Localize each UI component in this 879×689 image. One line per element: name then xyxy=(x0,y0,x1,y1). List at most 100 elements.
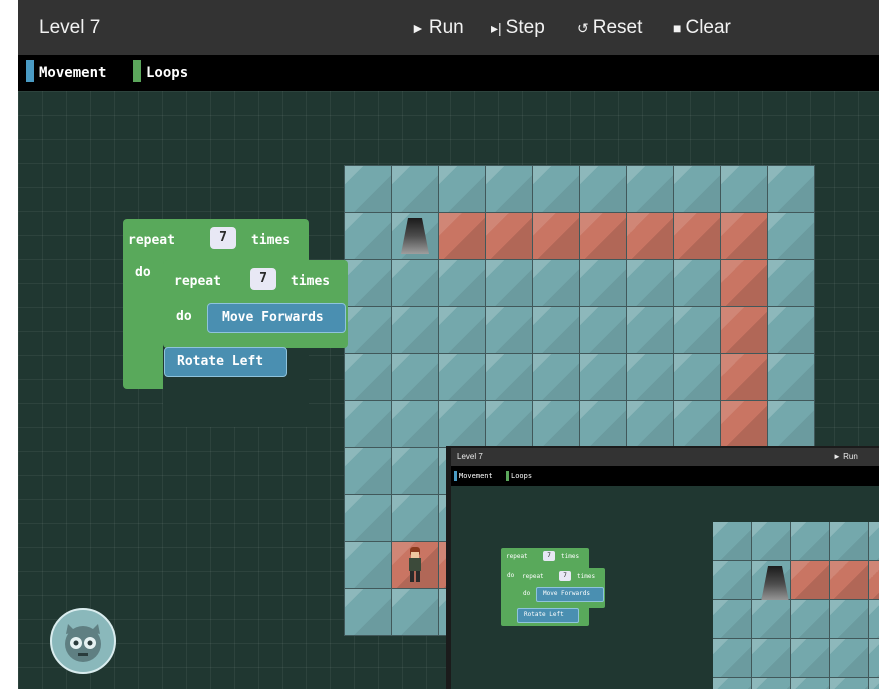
thumbnail-maze xyxy=(713,522,879,689)
maze-tile xyxy=(392,307,438,353)
maze-tile xyxy=(345,354,391,400)
maze-tile xyxy=(533,307,579,353)
thumbnail-category-movement: Movement xyxy=(454,471,493,481)
maze-tile xyxy=(674,401,720,447)
thumbnail-maze-tile xyxy=(752,678,790,689)
thumbnail-inner-do-keyword: do xyxy=(523,590,531,597)
thumbnail-category-loops-label: Loops xyxy=(511,472,533,480)
times-keyword: times xyxy=(291,274,331,289)
maze-tile xyxy=(345,495,391,541)
loops-swatch xyxy=(133,60,141,82)
thumbnail-maze-tile xyxy=(869,639,879,677)
play-icon: ► xyxy=(411,20,425,36)
maze-tile xyxy=(768,401,814,447)
maze-tile xyxy=(345,401,391,447)
category-movement-label: Movement xyxy=(39,65,107,81)
maze-tile xyxy=(486,401,532,447)
maze-tile xyxy=(439,307,485,353)
robot-avatar-icon[interactable] xyxy=(50,608,116,674)
maze-tile xyxy=(674,260,720,306)
maze-tile xyxy=(627,260,673,306)
maze-tile xyxy=(580,166,626,212)
maze-tile xyxy=(674,166,720,212)
maze-tile xyxy=(392,401,438,447)
maze-tile xyxy=(486,260,532,306)
repeat-count-field[interactable]: 7 xyxy=(250,268,276,290)
maze-path-tile xyxy=(721,213,767,259)
thumbnail-move-forwards-label: Move Forwards xyxy=(543,590,590,597)
movement-swatch xyxy=(26,60,34,82)
repeat-keyword: repeat xyxy=(174,274,221,289)
rotate-left-block[interactable]: Rotate Left xyxy=(164,347,287,377)
reset-icon: ↺ xyxy=(577,20,589,36)
thumbnail-top-bar: Level 7 ► Run xyxy=(451,448,879,466)
move-forwards-block[interactable]: Move Forwards xyxy=(207,303,346,333)
category-loops[interactable]: Loops xyxy=(133,60,188,82)
top-bar: Level 7 ► Run ▸| Step ↺ Reset ■ Clear xyxy=(18,0,879,55)
maze-tile xyxy=(392,589,438,635)
thumbnail-inner-times-keyword: times xyxy=(577,573,596,580)
screenshot-thumbnail[interactable]: Level 7 ► Run Movement Loops repeat 7 ti… xyxy=(446,446,879,689)
thumbnail-maze-tile xyxy=(869,561,879,599)
thumbnail-maze-tile xyxy=(752,639,790,677)
thumbnail-category-movement-label: Movement xyxy=(459,472,493,480)
thumbnail-maze-tile xyxy=(791,600,829,638)
thumbnail-maze-tile xyxy=(791,639,829,677)
step-button[interactable]: ▸| Step xyxy=(491,17,545,39)
thumbnail-rotate-left: Rotate Left xyxy=(517,608,579,623)
maze-path-tile xyxy=(674,213,720,259)
thumbnail-rotate-left-label: Rotate Left xyxy=(524,611,564,618)
thumbnail-maze-tile xyxy=(752,600,790,638)
times-keyword: times xyxy=(251,233,291,248)
maze-tile xyxy=(768,307,814,353)
thumbnail-inner-repeat-keyword: repeat xyxy=(522,573,544,580)
thumbnail-maze-tile xyxy=(869,678,879,689)
maze-tile xyxy=(439,354,485,400)
maze-tile xyxy=(486,354,532,400)
thumbnail-do-keyword: do xyxy=(507,572,515,579)
thumbnail-run-text: Run xyxy=(843,452,858,461)
do-keyword: do xyxy=(135,265,151,280)
maze-exit-stairs xyxy=(392,213,438,259)
maze-tile xyxy=(486,166,532,212)
thumbnail-outer-count: 7 xyxy=(543,551,555,561)
maze-tile xyxy=(439,166,485,212)
maze-tile xyxy=(345,448,391,494)
clear-label: Clear xyxy=(685,17,731,38)
maze-tile xyxy=(627,307,673,353)
do-keyword: do xyxy=(176,309,192,324)
thumbnail-repeat-keyword: repeat xyxy=(506,553,528,560)
maze-path-tile xyxy=(580,213,626,259)
reset-button[interactable]: ↺ Reset xyxy=(577,17,642,39)
maze-path-tile xyxy=(439,213,485,259)
maze-tile xyxy=(486,307,532,353)
thumbnail-maze-tile xyxy=(713,639,751,677)
thumbnail-maze-tile xyxy=(791,678,829,689)
thumbnail-maze-tile xyxy=(791,522,829,560)
thumbnail-maze-tile xyxy=(791,561,829,599)
maze-tile xyxy=(392,495,438,541)
maze-path-tile xyxy=(721,401,767,447)
maze-tile xyxy=(768,260,814,306)
maze-tile xyxy=(627,401,673,447)
maze-tile xyxy=(392,260,438,306)
repeat-count-field[interactable]: 7 xyxy=(210,227,236,249)
clear-button[interactable]: ■ Clear xyxy=(673,17,731,39)
run-button[interactable]: ► Run xyxy=(411,17,464,39)
maze-tile xyxy=(345,166,391,212)
maze-tile xyxy=(392,448,438,494)
repeat-keyword: repeat xyxy=(128,233,175,248)
step-label: Step xyxy=(505,17,545,38)
thumbnail-maze-tile xyxy=(830,678,868,689)
maze-tile xyxy=(392,166,438,212)
category-movement[interactable]: Movement xyxy=(26,60,107,82)
maze-tile xyxy=(721,166,767,212)
thumbnail-maze-tile xyxy=(713,600,751,638)
thumbnail-category-loops: Loops xyxy=(506,471,532,481)
maze-tile xyxy=(533,401,579,447)
maze-tile xyxy=(533,260,579,306)
maze-path-tile xyxy=(486,213,532,259)
maze-tile xyxy=(345,260,391,306)
maze-tile xyxy=(768,213,814,259)
app-window: Level 7 ► Run ▸| Step ↺ Reset ■ Clear Moveme… xyxy=(18,0,879,689)
